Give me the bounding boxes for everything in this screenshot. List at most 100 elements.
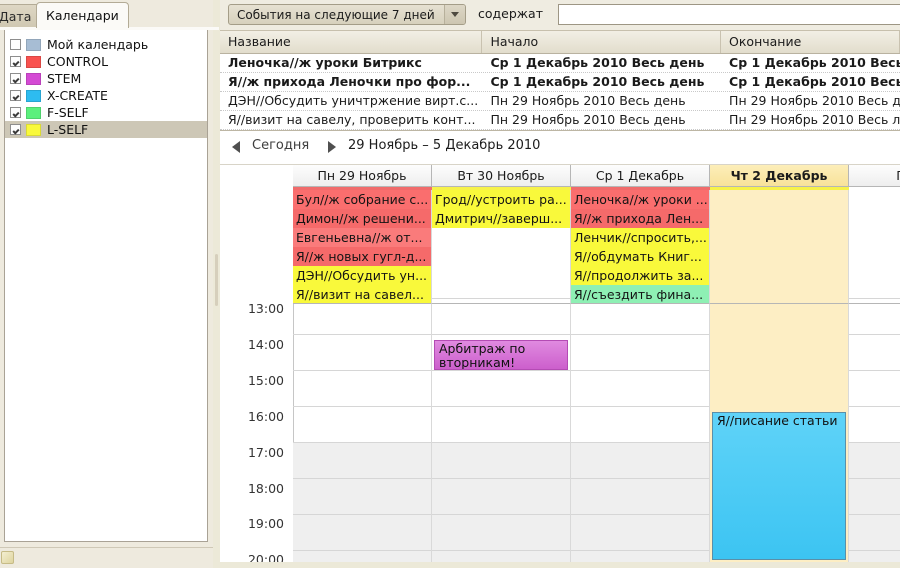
calendar-color-swatch (26, 38, 41, 51)
calendar-list-item[interactable]: F-SELF (5, 104, 207, 121)
day-column-body[interactable] (849, 304, 900, 568)
all-day-event[interactable]: Димон//ж решени... (293, 209, 431, 228)
calendar-color-swatch (26, 123, 41, 136)
event-range-select[interactable]: События на следующие 7 дней (228, 4, 466, 25)
today-button[interactable]: Сегодня (252, 138, 309, 153)
all-day-event[interactable]: Дмитрич//заверш... (432, 209, 570, 228)
event-start: Ср 1 Декабрь 2010 Весь день (490, 74, 705, 89)
calendar-list-item[interactable]: Мой календарь (5, 36, 207, 53)
chevron-down-icon[interactable] (444, 5, 465, 24)
date-navigation: Сегодня 29 Ноябрь – 5 Декабрь 2010 (220, 131, 900, 165)
time-gutter: 13:00 14:00 15:00 16:00 17:00 18:00 19:0… (220, 165, 294, 568)
day-header-wed[interactable]: Ср 1 Декабрь (571, 165, 710, 187)
all-day-event[interactable]: Ленчик//спросить,... (571, 228, 709, 247)
column-header-name[interactable]: Название (220, 31, 483, 53)
hour-label: 19:00 (247, 516, 284, 531)
week-grid: 13:00 14:00 15:00 16:00 17:00 18:00 19:0… (220, 165, 900, 568)
search-input[interactable] (558, 4, 900, 25)
timed-event-title: Я//писание статьи (717, 413, 838, 428)
day-header-mon[interactable]: Пн 29 Ноябрь (293, 165, 432, 187)
column-header-start[interactable]: Начало (482, 31, 722, 53)
calendar-checkbox[interactable] (10, 56, 21, 67)
triangle-right-icon[interactable] (328, 141, 336, 153)
event-end: Пн 29 Ноябрь 2010 Весь ле (729, 112, 900, 127)
hour-label: 14:00 (247, 337, 284, 352)
event-start: Пн 29 Ноябрь 2010 Весь день (490, 112, 686, 127)
calendar-checkbox[interactable] (10, 90, 21, 101)
main-area: События на следующие 7 дней содержат Наз… (220, 0, 900, 568)
event-name: Я//визит на савелу, проверить конт... (228, 112, 476, 127)
panel-splitter[interactable] (213, 0, 220, 568)
day-columns: Пн 29 Ноябрь Вт 30 Ноябрь Ср 1 Декабрь Ч… (293, 165, 900, 568)
hour-label: 13:00 (247, 301, 284, 316)
calendar-checkbox[interactable] (10, 73, 21, 84)
column-header-end[interactable]: Окончание (721, 31, 900, 53)
all-day-event-title: ДЭН//Обсудить ун... (296, 268, 428, 283)
calendar-label: X-CREATE (47, 88, 108, 103)
all-day-event[interactable]: Я//визит на савел... (293, 285, 431, 303)
all-day-event[interactable]: Я//ж прихода Лен... (571, 209, 709, 228)
event-name: Я//ж прихода Леночки про фор... (228, 74, 471, 89)
all-day-zone-wed[interactable]: Леночка//ж уроки ... Я//ж прихода Лен...… (571, 190, 710, 304)
event-list-body[interactable]: Леночка//ж уроки Битрикс Ср 1 Декабрь 20… (220, 54, 900, 131)
calendar-label: L-SELF (47, 122, 89, 137)
table-row[interactable]: Я//визит на савелу, проверить конт... Пн… (220, 111, 900, 130)
calendar-checkbox[interactable] (10, 39, 21, 50)
timed-event-pisanie-statii[interactable]: Я//писание статьи (712, 412, 846, 560)
day-header-label: Вт 30 Ноябрь (457, 168, 545, 183)
hour-label: 17:00 (247, 445, 284, 460)
all-day-event-title: Я//ж прихода Лен... (574, 211, 704, 226)
all-day-zone-thu[interactable] (710, 190, 849, 304)
day-header-label: Чт 2 Декабрь (730, 168, 828, 183)
event-name: ДЭН//Обсудить уничтржение вирт.с... (228, 93, 479, 108)
calendar-list: Мой календарь CONTROL STEM X-CREATE F-SE… (4, 29, 208, 542)
tab-calendars[interactable]: Календари (36, 2, 129, 28)
all-day-event[interactable]: ДЭН//Обсудить ун... (293, 266, 431, 285)
all-day-event[interactable]: Грод//устроить ра... (432, 190, 570, 209)
hour-label: 15:00 (247, 373, 284, 388)
all-day-event[interactable]: Я//съездить фина... (571, 285, 709, 303)
all-day-event[interactable]: Я//обдумать Книг... (571, 247, 709, 266)
day-header-fri[interactable]: Пт 3 (849, 165, 900, 187)
day-column-body[interactable] (293, 304, 432, 568)
bottom-strip (220, 562, 900, 568)
all-day-event[interactable]: Леночка//ж уроки ... (571, 190, 709, 209)
calendar-label: Мой календарь (47, 37, 149, 52)
filter-bar: События на следующие 7 дней содержат (220, 0, 900, 31)
calendar-list-item[interactable]: L-SELF (5, 121, 207, 138)
all-day-event-title: Леночка//ж уроки ... (574, 192, 708, 207)
event-list-header: Название Начало Окончание (220, 31, 900, 54)
hour-label: 16:00 (247, 409, 284, 424)
day-header-thu[interactable]: Чт 2 Декабрь (710, 165, 849, 187)
day-column-body[interactable] (571, 304, 710, 568)
all-day-event[interactable]: Бул//ж собрание с... (293, 190, 431, 209)
calendar-checkbox[interactable] (10, 107, 21, 118)
calendar-label: CONTROL (47, 54, 109, 69)
calendar-list-item[interactable]: CONTROL (5, 53, 207, 70)
status-indicator-icon (1, 551, 14, 564)
all-day-zone-mon[interactable]: Бул//ж собрание с... Димон//ж решени... … (293, 190, 432, 304)
day-header-tue[interactable]: Вт 30 Ноябрь (432, 165, 571, 187)
all-day-zone-fri[interactable] (849, 190, 900, 304)
calendar-label: STEM (47, 71, 82, 86)
all-day-event[interactable]: Я//продолжить за... (571, 266, 709, 285)
all-day-event-title: Я//визит на савел... (296, 287, 424, 302)
tab-calendars-label: Календари (46, 8, 119, 23)
all-day-zone-tue[interactable]: Грод//устроить ра... Дмитрич//заверш... (432, 190, 571, 304)
table-row[interactable]: Леночка//ж уроки Битрикс Ср 1 Декабрь 20… (220, 54, 900, 73)
table-row[interactable]: ДЭН//Обсудить уничтржение вирт.с... Пн 2… (220, 92, 900, 111)
table-row[interactable]: Я//ж прихода Леночки про фор... Ср 1 Дек… (220, 73, 900, 92)
all-day-event-title: Я//продолжить за... (574, 268, 704, 283)
calendar-application: Дата Календари Мой календарь CONTROL STE… (0, 0, 900, 568)
calendar-color-swatch (26, 106, 41, 119)
triangle-left-icon[interactable] (232, 141, 240, 153)
calendar-checkbox[interactable] (10, 124, 21, 135)
date-range-label: 29 Ноябрь – 5 Декабрь 2010 (348, 138, 541, 153)
all-day-event[interactable]: Я//ж новых гугл-д... (293, 247, 431, 266)
all-day-event-title: Димон//ж решени... (296, 211, 426, 226)
all-day-event[interactable]: Евгеньевна//ж от... (293, 228, 431, 247)
calendar-list-item[interactable]: X-CREATE (5, 87, 207, 104)
day-header-label: Пн 29 Ноябрь (317, 168, 407, 183)
calendar-list-item[interactable]: STEM (5, 70, 207, 87)
timed-event-arbitrazh[interactable]: Арбитраж по вторникам! (434, 340, 568, 370)
